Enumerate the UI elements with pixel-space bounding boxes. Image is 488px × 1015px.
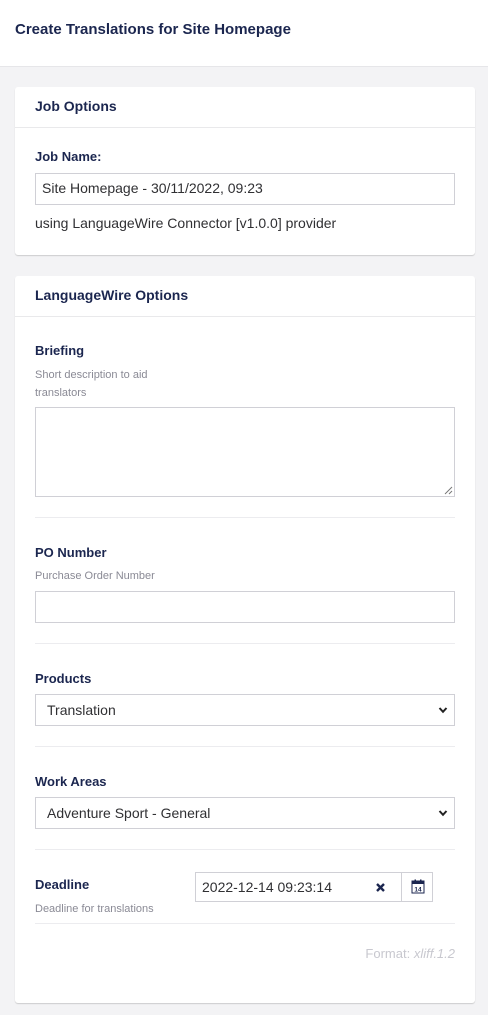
calendar-icon: 14 [411,879,425,894]
page-header: Create Translations for Site Homepage [0,0,488,67]
separator [35,923,455,924]
page-title: Create Translations for Site Homepage [15,21,291,38]
calendar-button[interactable]: 14 [401,872,433,902]
products-selected: Translation [47,702,116,718]
deadline-description: Deadline for translations [35,903,154,915]
work-areas-label: Work Areas [35,774,107,789]
work-areas-select[interactable]: Adventure Sport - General [35,797,455,829]
separator [35,746,455,747]
job-name-label: Job Name: [35,149,102,164]
separator [35,517,455,518]
calendar-day: 14 [414,887,422,894]
deadline-value: 2022-12-14 09:23:14 [202,879,332,895]
job-name-input[interactable]: Site Homepage - 30/11/2022, 09:23 [35,173,455,205]
products-label: Products [35,671,92,686]
briefing-description-line1: Short description to aid [35,369,148,381]
deadline-label: Deadline [35,877,90,892]
format-prefix: Format: [365,946,414,961]
languagewire-options-title: LanguageWire Options [15,276,475,317]
separator [35,849,455,850]
resize-handle-icon[interactable] [444,486,453,495]
close-icon[interactable] [374,879,388,895]
po-number-input[interactable] [35,591,455,623]
po-number-label: PO Number [35,545,107,560]
provider-text: using LanguageWire Connector [v1.0.0] pr… [35,215,337,231]
format-value: xliff.1.2 [413,946,455,961]
job-options-title: Job Options [15,87,475,128]
briefing-description: Short description to aid translators [35,366,148,402]
products-select[interactable]: Translation [35,694,455,726]
separator [35,643,455,644]
chevron-down-icon [438,707,448,714]
job-options-card: Job Options Job Name: Site Homepage - 30… [15,87,475,255]
work-areas-selected: Adventure Sport - General [47,805,211,821]
briefing-description-line2: translators [35,387,87,399]
deadline-datepicker[interactable]: 2022-12-14 09:23:14 14 [195,872,433,902]
po-number-description: Purchase Order Number [35,570,155,582]
briefing-label: Briefing [35,343,85,358]
briefing-textarea[interactable] [35,407,455,497]
chevron-down-icon [438,810,448,817]
job-name-value: Site Homepage - 30/11/2022, 09:23 [42,180,263,196]
format-text: Format: xliff.1.2 [365,946,455,961]
languagewire-options-card: LanguageWire Options Briefing Short desc… [15,276,475,1003]
